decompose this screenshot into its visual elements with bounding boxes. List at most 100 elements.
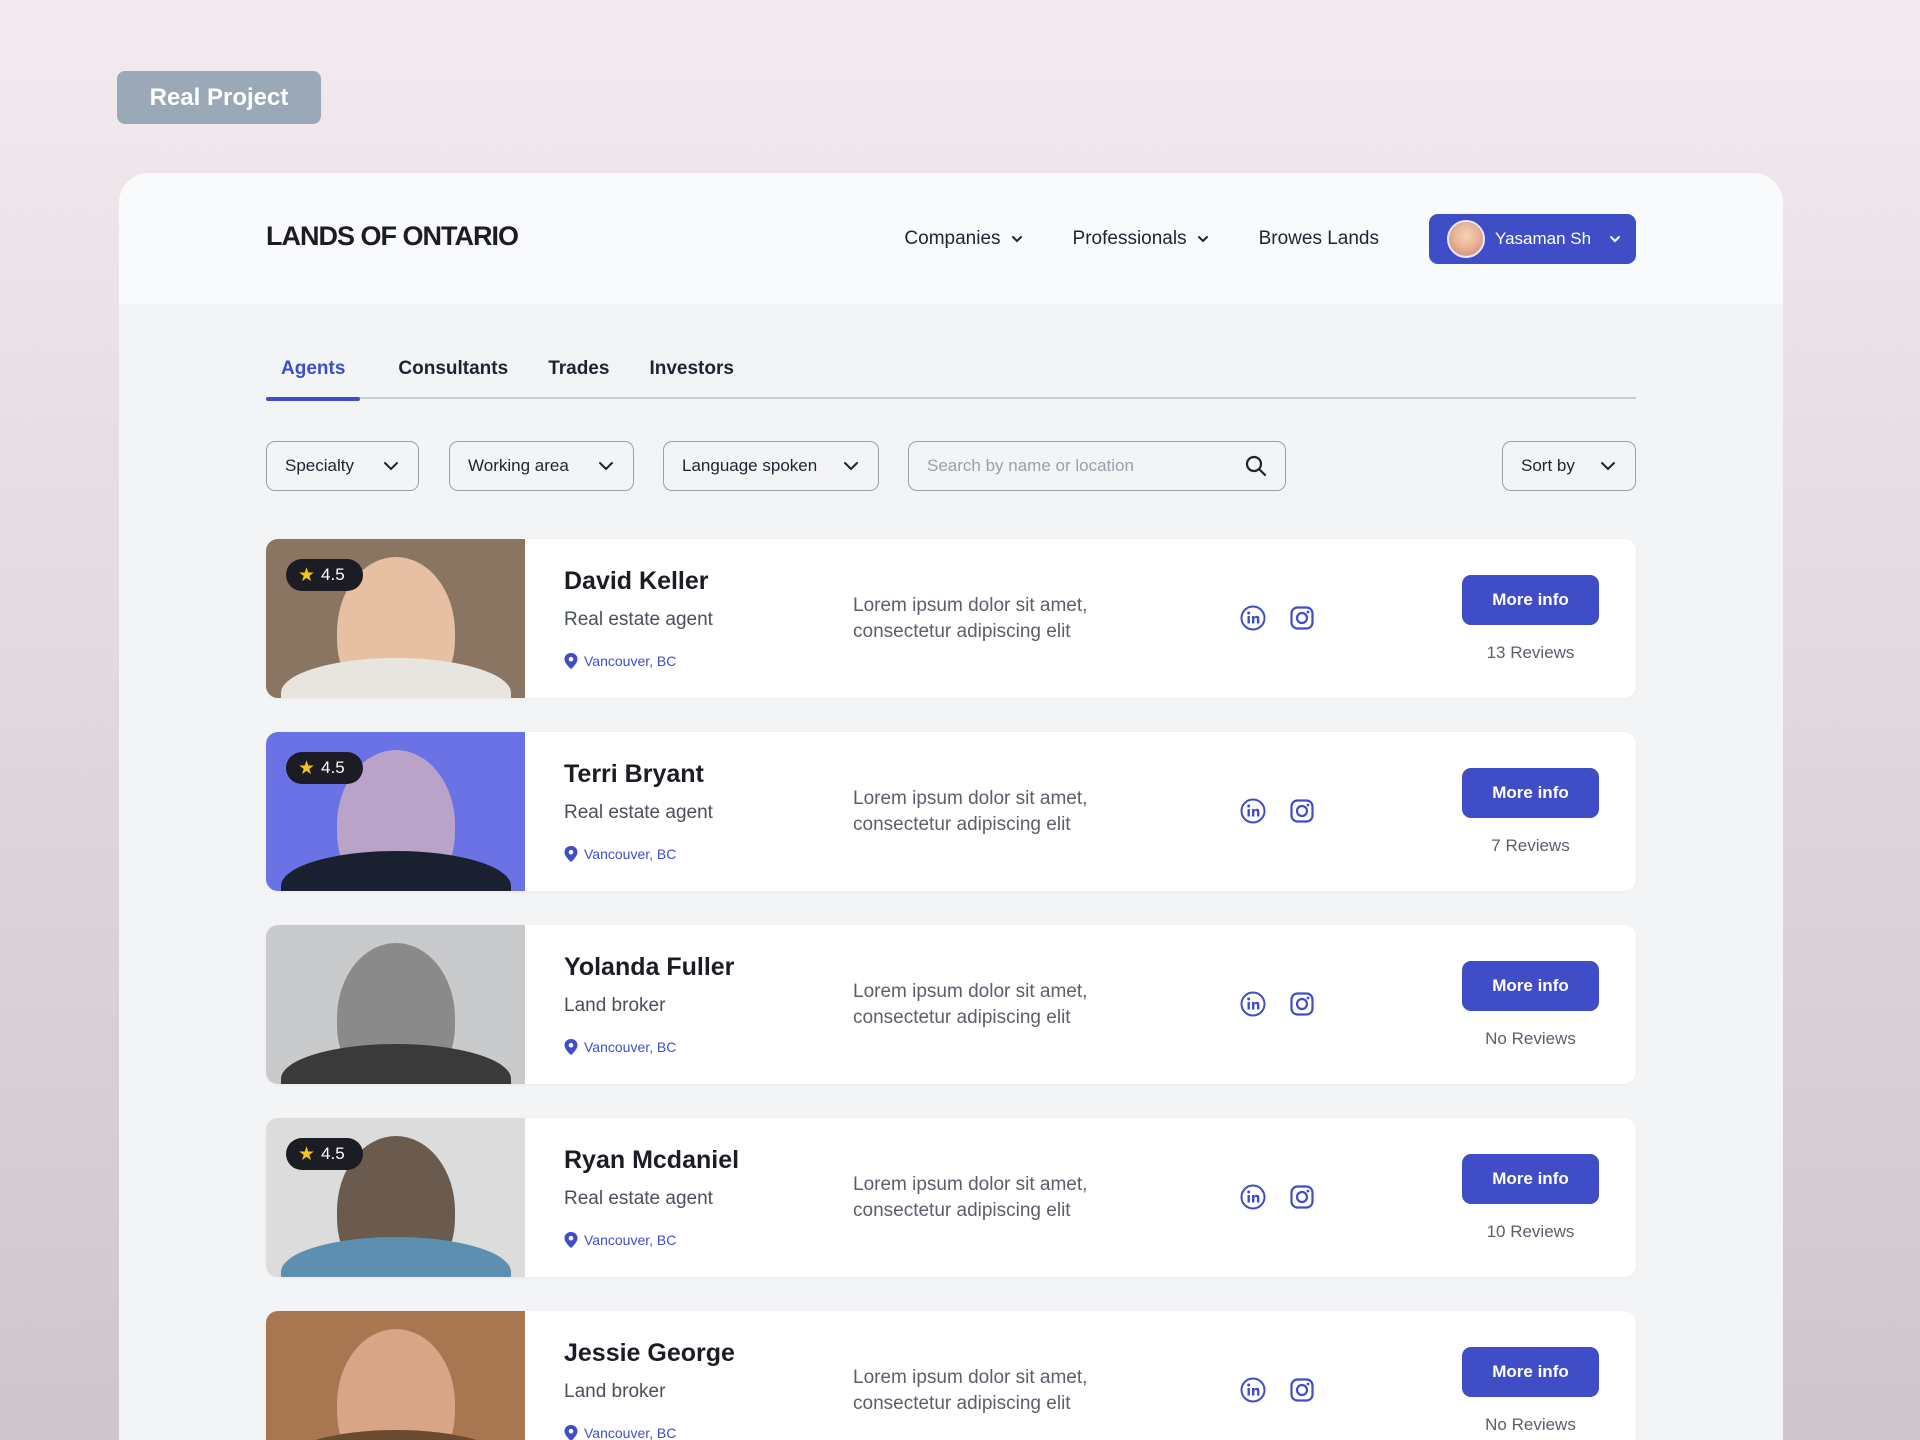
filter-bar: Specialty Working area Language spoken S… xyxy=(266,441,1636,491)
agent-card: ★ 4.5 Ryan Mcdaniel Real estate agent Va… xyxy=(266,1118,1636,1277)
agent-description: Lorem ipsum dolor sit amet, consectetur … xyxy=(853,595,1088,642)
tab-agents[interactable]: Agents xyxy=(266,354,361,401)
reviews-count[interactable]: 13 Reviews xyxy=(1462,643,1599,663)
linkedin-icon[interactable] xyxy=(1240,1377,1266,1403)
top-header: LANDS OF ONTARIO Companies Professionals… xyxy=(119,173,1783,304)
user-menu-button[interactable]: Yasaman Sh xyxy=(1429,214,1636,264)
agent-role: Land broker xyxy=(564,1381,666,1402)
agent-photo xyxy=(266,1311,525,1440)
specialty-select-label: Specialty xyxy=(285,456,354,475)
agent-photo: ★ 4.5 xyxy=(266,732,525,891)
agent-location: Vancouver, BC xyxy=(564,653,676,669)
agent-photo-shoulders xyxy=(280,1044,511,1084)
instagram-icon[interactable] xyxy=(1289,1377,1315,1403)
social-links xyxy=(1240,991,1315,1017)
agent-name[interactable]: Jessie George xyxy=(564,1339,735,1368)
instagram-icon[interactable] xyxy=(1289,605,1315,631)
agent-card: Jessie George Land broker Vancouver, BC … xyxy=(266,1311,1636,1440)
nav-companies-label: Companies xyxy=(904,228,1001,249)
sort-select-label: Sort by xyxy=(1521,456,1575,475)
search-icon[interactable] xyxy=(1245,455,1267,477)
tab-investors[interactable]: Investors xyxy=(649,354,733,397)
working-area-select-label: Working area xyxy=(468,456,569,475)
agent-description: Lorem ipsum dolor sit amet, consectetur … xyxy=(853,1367,1088,1414)
nav-professionals[interactable]: Professionals xyxy=(1073,228,1209,250)
language-select-label: Language spoken xyxy=(682,456,818,475)
nav-professionals-label: Professionals xyxy=(1072,228,1187,249)
sort-select[interactable]: Sort by xyxy=(1502,441,1636,491)
agent-description: Lorem ipsum dolor sit amet, consectetur … xyxy=(853,1174,1088,1221)
agent-location-text: Vancouver, BC xyxy=(584,846,677,862)
star-icon: ★ xyxy=(298,564,316,586)
linkedin-icon[interactable] xyxy=(1240,605,1266,631)
nav-companies[interactable]: Companies xyxy=(904,228,1022,250)
more-info-button[interactable]: More info xyxy=(1462,961,1599,1011)
real-project-badge: Real Project xyxy=(117,71,321,124)
app-frame: LANDS OF ONTARIO Companies Professionals… xyxy=(119,173,1783,1440)
chevron-down-icon xyxy=(1610,236,1621,243)
rating-badge: ★ 4.5 xyxy=(286,559,363,591)
location-pin-icon xyxy=(564,653,578,669)
specialty-select[interactable]: Specialty xyxy=(266,441,419,491)
category-tabs: Agents Consultants Trades Investors xyxy=(266,354,1636,401)
agent-photo xyxy=(266,925,525,1084)
user-avatar xyxy=(1447,220,1485,258)
agent-role: Real estate agent xyxy=(564,1188,713,1209)
rating-value: 4.5 xyxy=(321,758,345,777)
agent-photo-shoulders xyxy=(280,851,511,891)
instagram-icon[interactable] xyxy=(1289,991,1315,1017)
location-pin-icon xyxy=(564,1039,578,1055)
nav-browse-lands-label: Browes Lands xyxy=(1258,228,1379,249)
agent-name[interactable]: Terri Bryant xyxy=(564,760,704,789)
agent-location-text: Vancouver, BC xyxy=(584,1232,677,1248)
chevron-down-icon xyxy=(844,462,858,471)
instagram-icon[interactable] xyxy=(1289,798,1315,824)
linkedin-icon[interactable] xyxy=(1240,798,1266,824)
more-info-button[interactable]: More info xyxy=(1462,1154,1599,1204)
agent-name[interactable]: Ryan Mcdaniel xyxy=(564,1146,739,1175)
tab-trades[interactable]: Trades xyxy=(548,354,609,397)
linkedin-icon[interactable] xyxy=(1240,991,1266,1017)
agent-list: ★ 4.5 David Keller Real estate agent Van… xyxy=(266,539,1636,1440)
main-nav: Companies Professionals Browes Lands Yas… xyxy=(904,214,1636,264)
social-links xyxy=(1240,798,1315,824)
agent-photo: ★ 4.5 xyxy=(266,1118,525,1277)
working-area-select[interactable]: Working area xyxy=(449,441,634,491)
chevron-down-icon xyxy=(1197,236,1208,243)
star-icon: ★ xyxy=(298,1143,316,1165)
site-logo[interactable]: LANDS OF ONTARIO xyxy=(266,221,519,252)
instagram-icon[interactable] xyxy=(1289,1184,1315,1210)
agent-photo: ★ 4.5 xyxy=(266,539,525,698)
more-info-button[interactable]: More info xyxy=(1462,575,1599,625)
agent-location-text: Vancouver, BC xyxy=(584,653,677,669)
more-info-button[interactable]: More info xyxy=(1462,768,1599,818)
chevron-down-icon xyxy=(599,462,613,471)
agent-card: ★ 4.5 David Keller Real estate agent Van… xyxy=(266,539,1636,698)
agent-role: Real estate agent xyxy=(564,802,713,823)
tab-consultants[interactable]: Consultants xyxy=(398,354,508,397)
reviews-count[interactable]: 7 Reviews xyxy=(1462,836,1599,856)
rating-badge: ★ 4.5 xyxy=(286,1138,363,1170)
reviews-count[interactable]: No Reviews xyxy=(1462,1415,1599,1435)
rating-badge: ★ 4.5 xyxy=(286,752,363,784)
agent-location-text: Vancouver, BC xyxy=(584,1039,677,1055)
nav-browse-lands[interactable]: Browes Lands xyxy=(1259,228,1379,250)
chevron-down-icon xyxy=(1011,236,1022,243)
more-info-button[interactable]: More info xyxy=(1462,1347,1599,1397)
reviews-count[interactable]: No Reviews xyxy=(1462,1029,1599,1049)
agent-photo-shoulders xyxy=(280,1237,511,1277)
agent-name[interactable]: David Keller xyxy=(564,567,709,596)
agent-photo-shoulders xyxy=(280,658,511,698)
social-links xyxy=(1240,1184,1315,1210)
social-links xyxy=(1240,605,1315,631)
language-select[interactable]: Language spoken xyxy=(663,441,879,491)
agent-location-text: Vancouver, BC xyxy=(584,1425,677,1440)
location-pin-icon xyxy=(564,846,578,862)
search-input[interactable] xyxy=(927,456,1227,476)
chevron-down-icon xyxy=(384,462,398,471)
linkedin-icon[interactable] xyxy=(1240,1184,1266,1210)
agent-name[interactable]: Yolanda Fuller xyxy=(564,953,734,982)
agent-location: Vancouver, BC xyxy=(564,1425,676,1440)
reviews-count[interactable]: 10 Reviews xyxy=(1462,1222,1599,1242)
agent-role: Land broker xyxy=(564,995,666,1016)
